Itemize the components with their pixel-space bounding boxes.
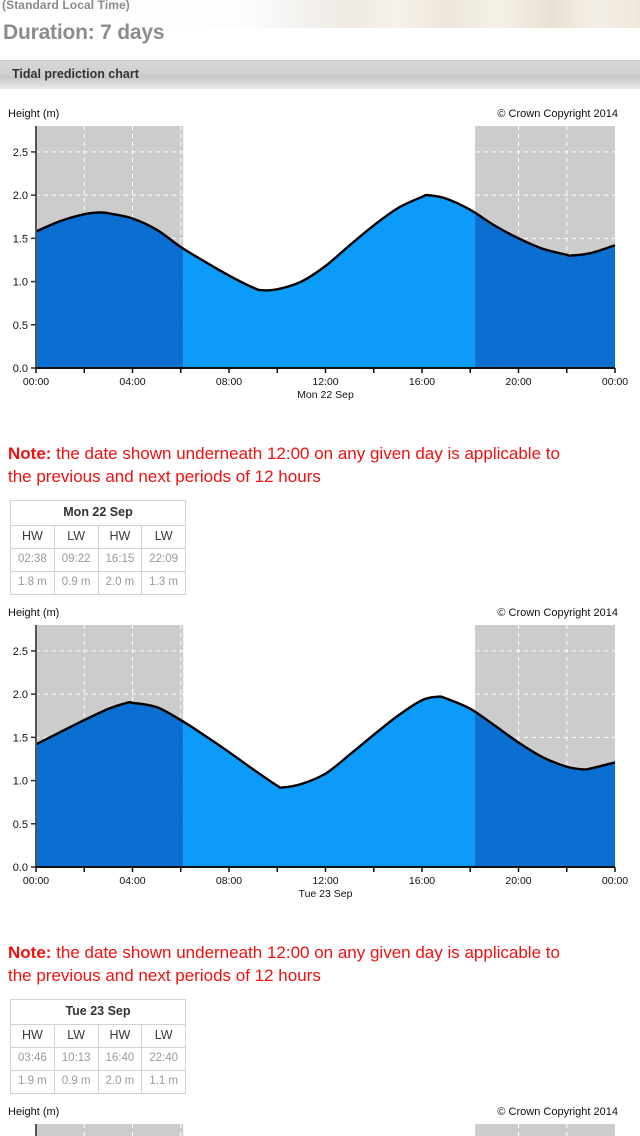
- tide-table-2: Tue 23 Sep HW LW HW LW 03:46 10:13 16:40…: [10, 999, 186, 1094]
- svg-text:2.0: 2.0: [13, 689, 28, 701]
- tide-date-1: Mon 22 Sep: [10, 500, 186, 526]
- tide-plot-svg-3: [35, 1124, 615, 1136]
- svg-text:0.5: 0.5: [13, 819, 28, 831]
- table-row-times: 03:46 10:13 16:40 22:40: [10, 1047, 186, 1071]
- height-axis-label-1: Height (m): [8, 108, 60, 120]
- tide-height-1-0: 1.8 m: [10, 571, 55, 595]
- tide-header-1-3: LW: [141, 525, 186, 549]
- note-text-1: Note: the date shown underneath 12:00 on…: [8, 442, 640, 488]
- svg-text:1.5: 1.5: [13, 732, 28, 744]
- tide-time-1-0: 02:38: [10, 548, 55, 572]
- tide-height-2-3: 1.1 m: [141, 1070, 186, 1094]
- note-label-1: Note:: [8, 444, 52, 463]
- section-title: Tidal prediction chart: [12, 67, 139, 81]
- svg-text:2.5: 2.5: [13, 646, 28, 658]
- tide-time-2-0: 03:46: [10, 1047, 55, 1071]
- svg-text:0.5: 0.5: [13, 320, 28, 332]
- svg-text:Tue 23 Sep: Tue 23 Sep: [299, 888, 353, 900]
- tide-plot-svg-2: 0.0 0.5 1.0 1.5 2.0 2.5 00:00 04:00 08:00 12:00 16…: [13, 625, 628, 900]
- note-line1-1: the date shown underneath 12:00 on any g…: [51, 444, 560, 463]
- tide-header-1-1: LW: [53, 525, 99, 549]
- svg-text:08:00: 08:00: [216, 376, 242, 388]
- svg-text:0.0: 0.0: [13, 363, 28, 375]
- tide-table-1: Mon 22 Sep HW LW HW LW 02:38 09:22 16:15…: [10, 500, 186, 595]
- tide-height-2-2: 2.0 m: [97, 1070, 143, 1094]
- tide-plot-2: 0.0 0.5 1.0 1.5 2.0 2.5 00:00 04:00 08:00 12:00 16…: [0, 621, 640, 916]
- table-row-heights: 1.8 m 0.9 m 2.0 m 1.3 m: [10, 571, 186, 595]
- tide-height-2-1: 0.9 m: [53, 1070, 99, 1094]
- svg-text:2.0: 2.0: [13, 190, 28, 202]
- tide-time-2-3: 22:40: [141, 1047, 186, 1071]
- svg-text:12:00: 12:00: [312, 875, 338, 887]
- tide-header-1-0: HW: [10, 525, 55, 549]
- table-row-heights: 1.9 m 0.9 m 2.0 m 1.1 m: [10, 1070, 186, 1094]
- svg-text:00:00: 00:00: [602, 376, 628, 388]
- table-row-times: 02:38 09:22 16:15 22:09: [10, 548, 186, 572]
- tide-chart-2: Height (m) © Crown Copyright 2014 0.0 0.5…: [0, 607, 640, 912]
- tide-height-1-2: 2.0 m: [97, 571, 143, 595]
- svg-text:08:00: 08:00: [216, 875, 242, 887]
- standard-local-time-label: (Standard Local Time): [2, 0, 130, 12]
- svg-text:12:00: 12:00: [312, 376, 338, 388]
- height-axis-label-3: Height (m): [8, 1106, 60, 1118]
- copyright-label-2: © Crown Copyright 2014: [497, 607, 618, 619]
- tide-chart-3: Height (m) © Crown Copyright 2014: [0, 1106, 640, 1136]
- note-line1-2: the date shown underneath 12:00 on any g…: [51, 943, 560, 962]
- tide-plot-svg-1: 0.0 0.5 1.0 1.5 2.0 2.5 00:00 04:00 08:00 12:00 16…: [13, 126, 628, 401]
- table-row-date: Tue 23 Sep: [10, 999, 186, 1025]
- svg-text:00:00: 00:00: [23, 376, 49, 388]
- copyright-label-1: © Crown Copyright 2014: [497, 108, 618, 120]
- svg-text:Mon 22 Sep: Mon 22 Sep: [297, 389, 354, 401]
- duration-heading: Duration: 7 days: [3, 21, 165, 44]
- svg-text:1.0: 1.0: [13, 776, 28, 788]
- copyright-label-3: © Crown Copyright 2014: [497, 1106, 618, 1118]
- svg-text:20:00: 20:00: [505, 376, 531, 388]
- svg-text:00:00: 00:00: [602, 875, 628, 887]
- tide-time-1-2: 16:15: [97, 548, 143, 572]
- tide-chart-1: Height (m) © Crown Copyright 2014 0.0 0.5…: [0, 108, 640, 413]
- tide-header-2-0: HW: [10, 1024, 55, 1048]
- note-label-2: Note:: [8, 943, 52, 962]
- tide-header-2-3: LW: [141, 1024, 186, 1048]
- table-row-headers: HW LW HW LW: [10, 525, 186, 549]
- svg-text:1.0: 1.0: [13, 277, 28, 289]
- tide-time-1-3: 22:09: [141, 548, 186, 572]
- tide-header-1-2: HW: [97, 525, 143, 549]
- tide-header-2-1: LW: [53, 1024, 99, 1048]
- tide-height-1-1: 0.9 m: [53, 571, 99, 595]
- tide-time-2-2: 16:40: [97, 1047, 143, 1071]
- tide-header-2-2: HW: [97, 1024, 143, 1048]
- table-row-headers: HW LW HW LW: [10, 1024, 186, 1048]
- note-line2-1: the previous and next periods of 12 hour…: [8, 467, 321, 486]
- svg-text:16:00: 16:00: [409, 875, 435, 887]
- tide-plot-1: 0.0 0.5 1.0 1.5 2.0 2.5 00:00 04:00 08:00 12:00 16…: [0, 122, 640, 417]
- tide-time-2-1: 10:13: [53, 1047, 99, 1071]
- note-line2-2: the previous and next periods of 12 hour…: [8, 966, 321, 985]
- tide-date-2: Tue 23 Sep: [10, 999, 186, 1025]
- table-row-date: Mon 22 Sep: [10, 500, 186, 526]
- tide-time-1-1: 09:22: [53, 548, 99, 572]
- svg-text:20:00: 20:00: [505, 875, 531, 887]
- svg-text:16:00: 16:00: [409, 376, 435, 388]
- svg-text:04:00: 04:00: [119, 376, 145, 388]
- svg-text:0.0: 0.0: [13, 862, 28, 874]
- tide-plot-3: [0, 1120, 640, 1136]
- note-text-2: Note: the date shown underneath 12:00 on…: [8, 941, 640, 987]
- svg-text:00:00: 00:00: [23, 875, 49, 887]
- tidal-prediction-page: (Standard Local Time) Duration: 7 days T…: [0, 0, 640, 1136]
- tidal-prediction-chart-header: Tidal prediction chart: [0, 60, 640, 89]
- svg-text:1.5: 1.5: [13, 233, 28, 245]
- height-axis-label-2: Height (m): [8, 607, 60, 619]
- tide-height-2-0: 1.9 m: [10, 1070, 55, 1094]
- svg-text:04:00: 04:00: [119, 875, 145, 887]
- tide-height-1-3: 1.3 m: [141, 571, 186, 595]
- svg-text:2.5: 2.5: [13, 147, 28, 159]
